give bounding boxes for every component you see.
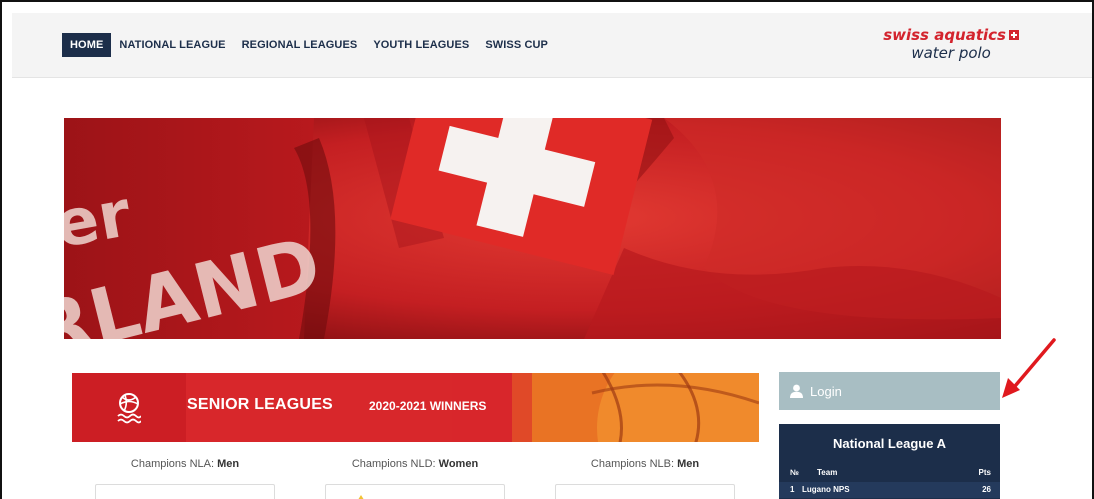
header-points: Pts: [978, 468, 991, 477]
champions-nld-label: Champions NLD: Women: [351, 458, 479, 470]
row-rank: 1: [790, 485, 795, 494]
national-league-a-standings: National League A № Team Pts 1 Lugano NP…: [779, 424, 1000, 499]
trophy-icon: [358, 495, 364, 499]
site-logo[interactable]: swiss aquatics water polo: [883, 27, 1019, 62]
main-nav: HOME NATIONAL LEAGUE REGIONAL LEAGUES YO…: [62, 33, 556, 57]
swiss-flag-icon: [1009, 30, 1019, 40]
water-polo-ball-icon: [117, 392, 141, 423]
champions-nla-label: Champions NLA: Men: [130, 458, 240, 470]
nav-swiss-cup[interactable]: SWISS CUP: [477, 33, 556, 57]
senior-icon-box: [72, 373, 186, 442]
senior-leagues-banner[interactable]: SENIOR LEAGUES 2020-2021 WINNERS: [72, 373, 759, 442]
logo-line-2: water polo: [911, 44, 991, 62]
senior-leagues-subtitle: 2020-2021 WINNERS: [369, 399, 487, 413]
champions-nlb-card[interactable]: [555, 484, 735, 499]
header-team: Team: [817, 468, 838, 477]
nav-home[interactable]: HOME: [62, 33, 112, 57]
annotation-arrow-icon: [1002, 338, 1056, 398]
row-points: 26: [982, 485, 991, 494]
nav-national-league[interactable]: NATIONAL LEAGUE: [111, 33, 233, 57]
hero-banner-image: er RLAND: [64, 118, 1001, 339]
user-icon: [790, 384, 803, 398]
logo-line-1: swiss aquatics: [883, 27, 1019, 44]
header-number: №: [790, 468, 799, 477]
login-label: Login: [810, 383, 842, 399]
nav-youth-leagues[interactable]: YOUTH LEAGUES: [365, 33, 477, 57]
row-team: Lugano NPS: [802, 485, 850, 494]
nav-regional-leagues[interactable]: REGIONAL LEAGUES: [234, 33, 366, 57]
top-navigation-bar: HOME NATIONAL LEAGUE REGIONAL LEAGUES YO…: [12, 13, 1092, 78]
champions-nlb-label: Champions NLB: Men: [590, 458, 700, 470]
senior-leagues-title: SENIOR LEAGUES: [187, 396, 333, 413]
champions-nld-card[interactable]: [325, 484, 505, 499]
towel-photo: er RLAND: [64, 118, 1001, 339]
champions-nla-card[interactable]: [95, 484, 275, 499]
login-button[interactable]: Login: [779, 372, 1000, 410]
table-row[interactable]: 1 Lugano NPS 26: [779, 482, 1000, 498]
nla-title: National League A: [833, 436, 946, 451]
nla-table-header: № Team Pts: [779, 465, 1000, 481]
